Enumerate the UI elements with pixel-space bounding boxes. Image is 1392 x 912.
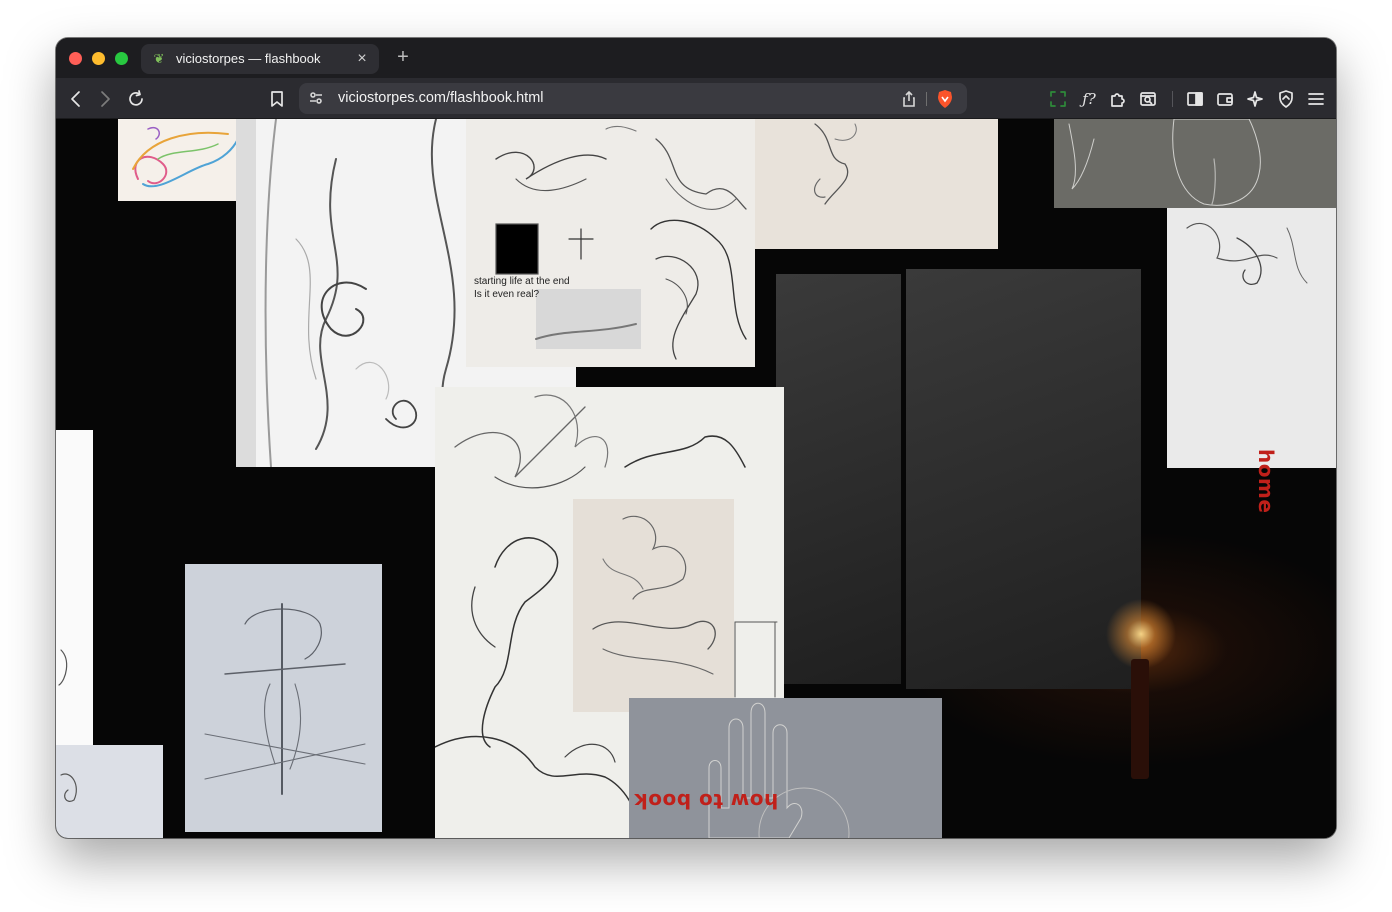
tab-search-button[interactable] xyxy=(1136,87,1160,111)
collage-image-mannequin-torso[interactable] xyxy=(1054,119,1336,208)
leo-ai-button[interactable] xyxy=(1243,87,1267,111)
collage-image-white-strip[interactable] xyxy=(56,430,93,745)
url-text: viciostorpes.com/flashbook.html xyxy=(338,90,544,106)
collage-image-mannequin-hand[interactable] xyxy=(629,698,942,838)
collage-image-grey-sketch-small[interactable] xyxy=(56,745,163,838)
how-to-book-link[interactable]: how to book xyxy=(634,789,778,813)
collage-image-cross-sketch[interactable] xyxy=(185,564,382,832)
extensions-icon xyxy=(1111,93,1125,107)
toolbar-divider xyxy=(1172,91,1173,107)
candle xyxy=(1131,659,1149,779)
back-button[interactable] xyxy=(64,87,88,111)
reload-button[interactable] xyxy=(124,87,148,111)
forward-button[interactable] xyxy=(93,87,117,111)
collage-caption-line2: Is it even real? xyxy=(474,289,540,300)
collage-image-text-sheet[interactable]: starting life at the end Is it even real… xyxy=(466,119,755,367)
wallet-icon xyxy=(1217,93,1233,106)
leo-ai-icon xyxy=(1247,91,1263,107)
zoom-window-button[interactable] xyxy=(115,52,128,65)
site-settings-icon[interactable] xyxy=(306,88,326,108)
formula-button[interactable]: ƒ? xyxy=(1077,87,1101,111)
background-window-pane xyxy=(776,274,901,684)
back-icon xyxy=(71,91,80,107)
tab-title: viciostorpes — flashbook xyxy=(176,51,321,66)
address-bar[interactable]: viciostorpes.com/flashbook.html xyxy=(299,83,967,114)
bookmark-button[interactable] xyxy=(265,87,289,111)
tab-close-button[interactable]: × xyxy=(353,50,371,68)
address-bar-divider xyxy=(926,92,927,106)
menu-icon xyxy=(1308,93,1324,105)
sidebar-icon xyxy=(1187,92,1203,106)
close-window-button[interactable] xyxy=(69,52,82,65)
minimize-window-button[interactable] xyxy=(92,52,105,65)
reload-icon xyxy=(129,90,143,106)
page-viewport: starting life at the end Is it even real… xyxy=(56,119,1336,838)
screenshot-icon xyxy=(1050,91,1066,107)
share-icon[interactable] xyxy=(899,89,919,109)
vpn-button[interactable] xyxy=(1274,87,1298,111)
browser-toolbar: viciostorpes.com/flashbook.html ƒ? xyxy=(56,78,1336,119)
collage-image-beige-ornament[interactable] xyxy=(573,499,734,712)
tab-strip: ❦ viciostorpes — flashbook × + xyxy=(56,38,1336,78)
tab-search-icon xyxy=(1140,92,1156,106)
collage-image-textured-sketch[interactable] xyxy=(1167,208,1336,468)
tab-flashbook[interactable]: ❦ viciostorpes — flashbook × xyxy=(141,44,379,74)
browser-window: ❦ viciostorpes — flashbook × + viciostor… xyxy=(56,38,1336,838)
wallet-button[interactable] xyxy=(1213,87,1237,111)
forward-icon xyxy=(101,91,110,107)
vpn-icon xyxy=(1279,90,1293,108)
formula-icon: ƒ? xyxy=(1082,90,1096,108)
new-tab-button[interactable]: + xyxy=(393,46,413,68)
collage-image-colorful-sketch[interactable] xyxy=(118,119,240,201)
home-link[interactable]: home xyxy=(1254,449,1278,513)
collage-caption-line1: starting life at the end xyxy=(474,276,570,287)
leaf-favicon-icon: ❦ xyxy=(153,51,165,66)
bookmark-icon xyxy=(271,91,283,107)
collage-image-beige-sketch[interactable] xyxy=(755,119,998,249)
extensions-button[interactable] xyxy=(1106,87,1130,111)
sidebar-button[interactable] xyxy=(1183,87,1207,111)
brave-shields-icon[interactable] xyxy=(936,89,954,109)
menu-button[interactable] xyxy=(1304,87,1328,111)
screenshot-button[interactable] xyxy=(1046,87,1070,111)
